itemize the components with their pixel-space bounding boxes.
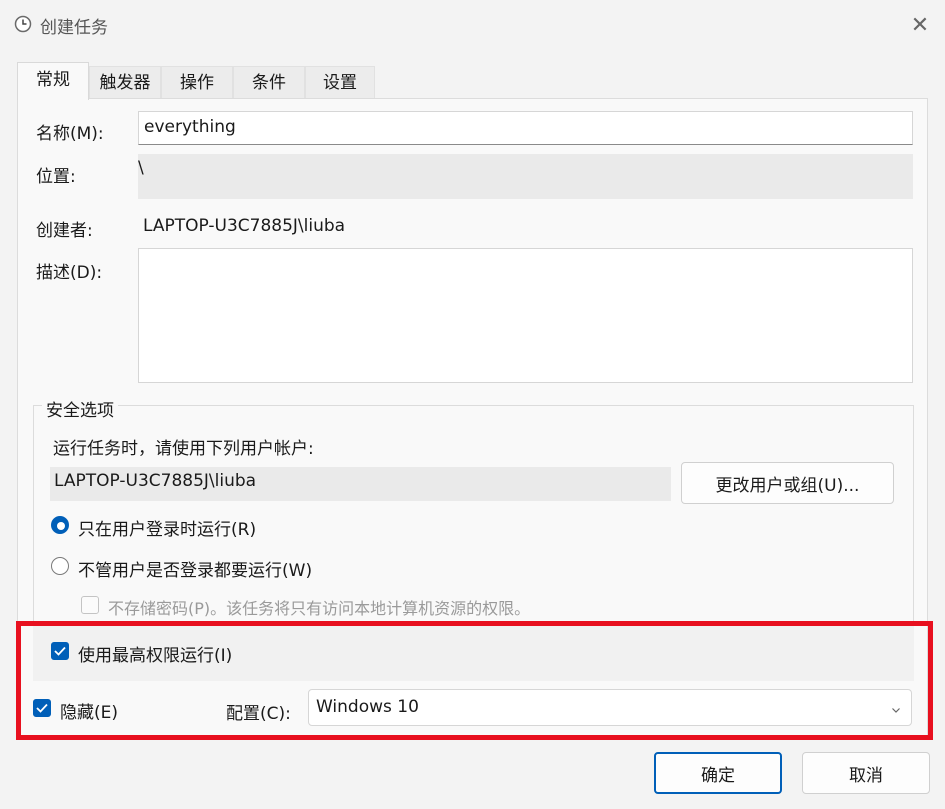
highest-privileges-label: 使用最高权限运行(I) xyxy=(78,646,233,666)
window-title: 创建任务 xyxy=(40,18,108,38)
checkmark-icon xyxy=(36,703,48,713)
radio-run-when-logged-on-label: 只在用户登录时运行(R) xyxy=(78,520,257,540)
configure-label: 配置(C): xyxy=(226,704,291,724)
location-label: 位置: xyxy=(36,167,76,187)
radio-run-always-label: 不管用户是否登录都要运行(W) xyxy=(78,561,313,581)
tab-conditions[interactable]: 条件 xyxy=(233,66,305,98)
run-as-prompt: 运行任务时，请使用下列用户帐户: xyxy=(53,439,314,459)
no-store-password-label: 不存储密码(P)。该任务将只有访问本地计算机资源的权限。 xyxy=(108,599,531,618)
author-label: 创建者: xyxy=(36,221,93,241)
configure-dropdown[interactable]: Windows 10 xyxy=(308,689,912,726)
radio-run-when-logged-on[interactable] xyxy=(51,516,69,534)
checkmark-icon xyxy=(54,646,66,656)
chevron-down-icon xyxy=(891,700,901,720)
close-button[interactable]: ✕ xyxy=(900,8,940,42)
change-user-button[interactable]: 更改用户或组(U)... xyxy=(681,462,894,504)
no-store-password-checkbox[interactable] xyxy=(81,596,99,614)
configure-value: Windows 10 xyxy=(316,697,419,717)
author-value: LAPTOP-U3C7885J\liuba xyxy=(143,216,346,236)
name-label: 名称(M): xyxy=(36,124,104,144)
tab-actions[interactable]: 操作 xyxy=(161,66,233,98)
name-input[interactable]: everything xyxy=(138,111,913,145)
security-options-legend: 安全选项 xyxy=(42,396,118,421)
highest-privileges-checkbox[interactable] xyxy=(51,642,69,660)
hidden-checkbox[interactable] xyxy=(33,699,51,717)
ok-button[interactable]: 确定 xyxy=(654,752,782,794)
description-textarea[interactable] xyxy=(138,248,913,383)
clock-icon xyxy=(14,15,32,33)
cancel-button[interactable]: 取消 xyxy=(802,752,930,794)
account-value: LAPTOP-U3C7885J\liuba xyxy=(54,471,257,491)
account-field: LAPTOP-U3C7885J\liuba xyxy=(50,467,671,501)
tab-triggers[interactable]: 触发器 xyxy=(89,66,161,98)
location-value: \ xyxy=(138,158,144,178)
close-icon: ✕ xyxy=(910,12,930,38)
radio-run-always[interactable] xyxy=(51,557,69,575)
location-field: \ xyxy=(138,154,913,199)
title-bar xyxy=(0,0,945,48)
hidden-label: 隐藏(E) xyxy=(60,703,119,723)
description-label: 描述(D): xyxy=(36,263,103,283)
tab-general[interactable]: 常规 xyxy=(17,62,89,100)
tab-settings[interactable]: 设置 xyxy=(305,66,375,98)
name-input-value: everything xyxy=(144,117,236,137)
